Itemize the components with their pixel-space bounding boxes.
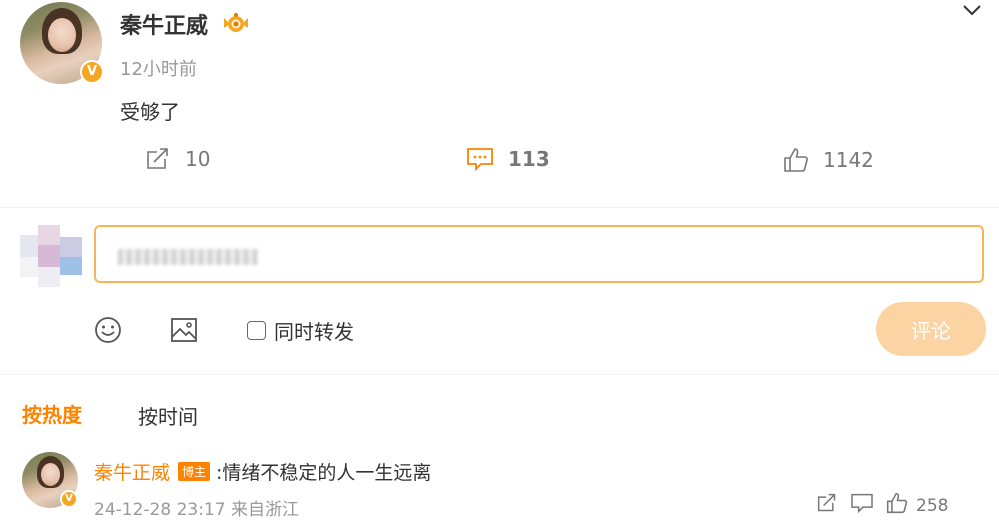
comment-input[interactable] — [94, 225, 984, 283]
like-count: 1142 — [823, 148, 874, 172]
chevron-down-icon[interactable] — [962, 2, 982, 21]
thumbs-up-icon — [783, 147, 809, 173]
comment-count: 113 — [508, 147, 550, 171]
comment-actions: 258 — [816, 492, 948, 519]
comment-reply-icon[interactable] — [850, 493, 874, 518]
repost-count: 10 — [185, 147, 211, 171]
input-text-blurred — [118, 249, 258, 265]
emoji-button[interactable] — [94, 316, 122, 348]
comment-line: 秦牛正威 博主 :情绪不稳定的人一生远离 — [94, 458, 431, 485]
comment-text: :情绪不稳定的人一生远离 — [216, 462, 432, 484]
comment-button[interactable]: 113 — [466, 147, 550, 171]
post-author-name[interactable]: 秦牛正威 — [120, 8, 208, 40]
comment-icon — [466, 147, 494, 171]
tab-sort-hot[interactable]: 按热度 — [22, 399, 82, 428]
tab-sort-time[interactable]: 按时间 — [138, 401, 198, 430]
like-button[interactable]: 1142 — [783, 147, 874, 173]
crown-icon — [222, 12, 250, 34]
user-avatar — [20, 225, 92, 287]
repost-button[interactable]: 10 — [145, 147, 210, 171]
comment-meta: 24-12-28 23:17 来自浙江 — [94, 500, 299, 520]
emoji-icon — [94, 316, 122, 348]
verified-badge-icon: V — [80, 60, 104, 84]
checkbox-icon — [247, 321, 266, 340]
divider — [0, 207, 999, 208]
comment-like-count: 258 — [916, 495, 949, 516]
sync-repost-label: 同时转发 — [274, 320, 354, 344]
divider — [0, 374, 999, 375]
comment-author[interactable]: 秦牛正威 — [94, 462, 170, 484]
author-badge: 博主 — [178, 462, 211, 481]
comment-repost-icon[interactable] — [816, 493, 838, 518]
thumbs-up-icon — [886, 492, 908, 519]
post-time: 12小时前 — [120, 59, 197, 80]
comment-like-button[interactable]: 258 — [886, 492, 948, 519]
post-content: 受够了 — [120, 100, 180, 124]
sync-repost-checkbox[interactable]: 同时转发 — [247, 316, 354, 345]
submit-comment-button[interactable]: 评论 — [876, 302, 986, 356]
image-button[interactable] — [170, 317, 198, 347]
verified-badge-icon: V — [60, 490, 78, 508]
repost-icon — [145, 147, 171, 171]
image-icon — [170, 317, 198, 347]
